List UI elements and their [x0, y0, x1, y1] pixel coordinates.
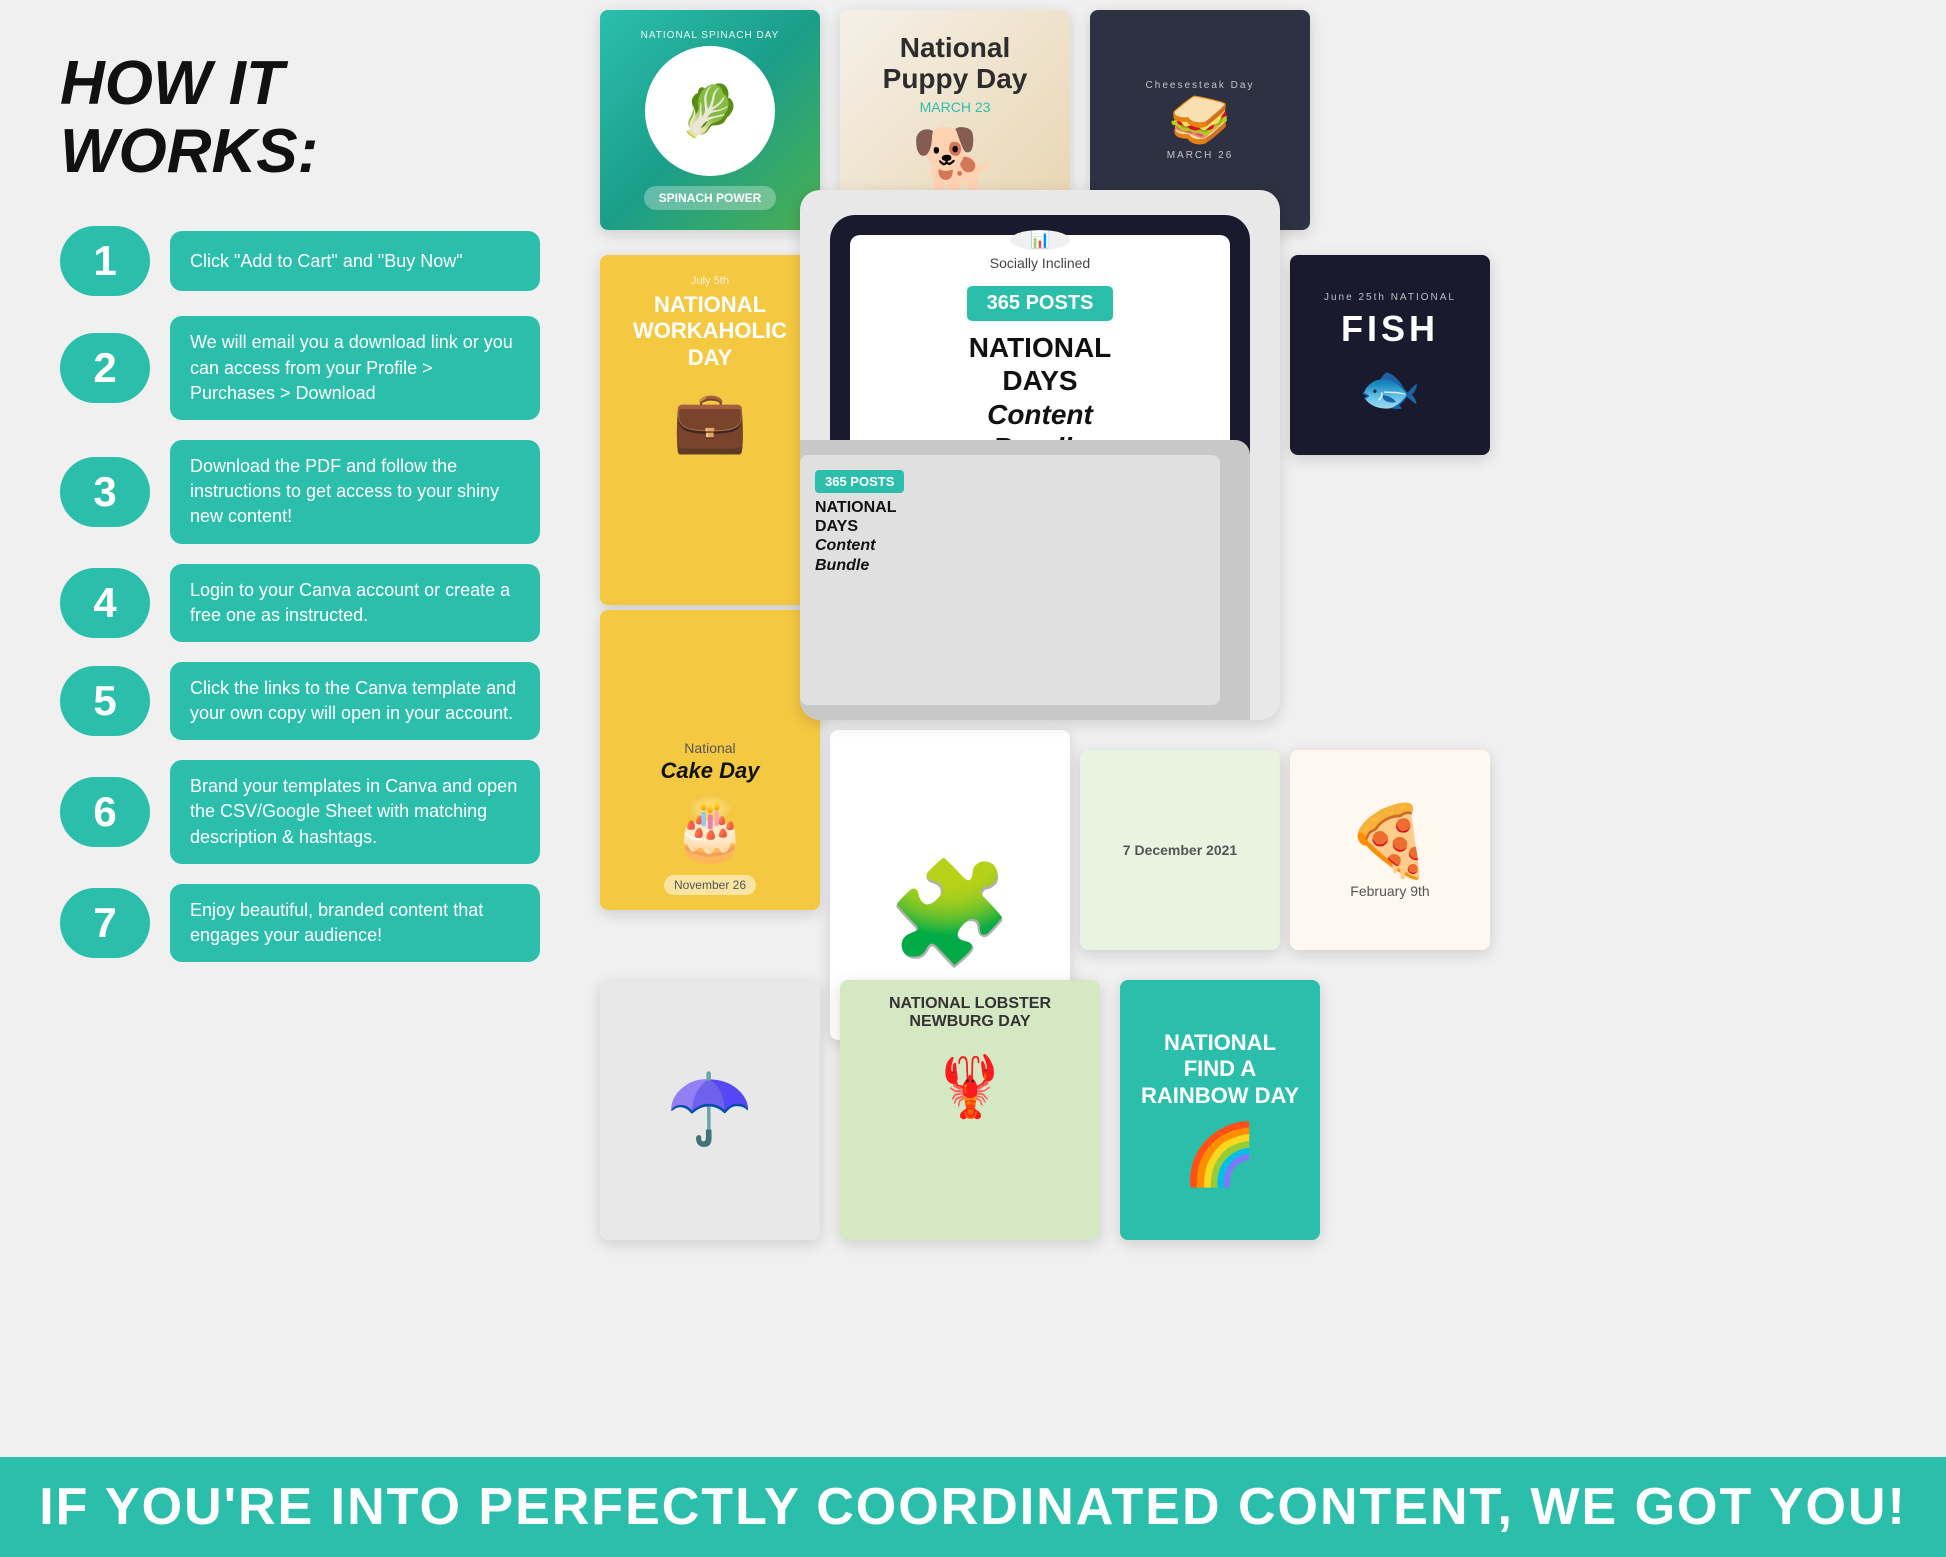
step-text-5: Click the links to the Canva template an…: [190, 676, 520, 726]
pizza-label: February 9th: [1346, 883, 1433, 899]
step-7: 7 Enjoy beautiful, branded content that …: [60, 884, 540, 962]
fish-title: FISH: [1324, 308, 1456, 350]
tablet-logo: 📊: [1010, 230, 1070, 250]
step-number-3: 3: [60, 457, 150, 527]
cheesesteak-icon: 🥪: [1169, 91, 1231, 150]
step-text-2: We will email you a download link or you…: [190, 330, 520, 406]
pizza-icon: 🍕: [1346, 801, 1433, 883]
step-box-1: Click "Add to Cart" and "Buy Now": [170, 231, 540, 291]
puppy-date: MARCH 23: [920, 99, 991, 115]
workaholic-card: July 5th NATIONAL WORKAHOLIC DAY 💼: [600, 255, 820, 605]
left-panel: HOW IT WORKS: 1 Click "Add to Cart" and …: [0, 0, 580, 1457]
cake-card: National Cake Day 🎂 November 26: [600, 610, 820, 910]
step-text-6: Brand your templates in Canva and open t…: [190, 774, 520, 850]
steps-list: 1 Click "Add to Cart" and "Buy Now" 2 We…: [60, 226, 540, 962]
rainbow-icon: 🌈: [1183, 1119, 1258, 1190]
workaholic-date: July 5th: [691, 275, 729, 287]
step-box-5: Click the links to the Canva template an…: [170, 662, 540, 740]
lobster-title: NATIONAL LOBSTER NEWBURG DAY: [855, 995, 1085, 1031]
workaholic-icon: 💼: [673, 386, 748, 457]
step-number-7: 7: [60, 888, 150, 958]
step-text-1: Click "Add to Cart" and "Buy Now": [190, 249, 463, 274]
chart-icon: 📊: [1030, 230, 1050, 250]
fish-icon: 🐟: [1324, 360, 1456, 419]
tablet-posts-badge: 365 POSTS: [967, 286, 1114, 321]
step-number-5: 5: [60, 666, 150, 736]
spinach-label: SPINACH POWER: [644, 186, 777, 210]
lobster-card: NATIONAL LOBSTER NEWBURG DAY 🦞: [840, 980, 1100, 1240]
umbrella-icon: ☂️: [666, 1069, 753, 1151]
step-box-6: Brand your templates in Canva and open t…: [170, 760, 540, 864]
spinach-top-label: National Spinach Day: [641, 30, 780, 41]
spinach-icon: 🥬: [679, 82, 741, 141]
content-area: HOW IT WORKS: 1 Click "Add to Cart" and …: [0, 0, 1946, 1457]
rainbow-title: NATIONAL FIND A RAINBOW DAY: [1140, 1030, 1300, 1109]
step-box-2: We will email you a download link or you…: [170, 316, 540, 420]
step-box-4: Login to your Canva account or create a …: [170, 564, 540, 642]
december-card: 7 December 2021: [1080, 750, 1280, 950]
step-2: 2 We will email you a download link or y…: [60, 316, 540, 420]
tablet-wrapper: 365 POSTS NATIONAL DAYS Content Bundle: [800, 190, 1280, 720]
national-fish-card: June 25th NATIONAL FISH 🐟: [1290, 255, 1490, 455]
step-number-2: 2: [60, 333, 150, 403]
puzzle-icon: 🧩: [888, 855, 1013, 972]
right-panel: National Spinach Day 🥬 SPINACH POWER Nat…: [580, 0, 1946, 1457]
bottom-banner-text: IF YOU'RE INTO PERFECTLY COORDINATED CON…: [39, 1477, 1907, 1537]
pizza-content: 🍕 February 9th: [1346, 801, 1433, 899]
step-text-7: Enjoy beautiful, branded content that en…: [190, 898, 520, 948]
spinach-card: National Spinach Day 🥬 SPINACH POWER: [600, 10, 820, 230]
step-number-4: 4: [60, 568, 150, 638]
step-number-1: 1: [60, 226, 150, 296]
cake-content: National Cake Day 🎂 November 26: [660, 740, 759, 895]
step-text-4: Login to your Canva account or create a …: [190, 578, 520, 628]
laptop-device: 365 POSTS NATIONAL DAYS Content Bundle: [800, 440, 1250, 720]
workaholic-title: NATIONAL WORKAHOLIC DAY: [620, 292, 800, 371]
step-5: 5 Click the links to the Canva template …: [60, 662, 540, 740]
fish-top-label: June 25th NATIONAL: [1324, 292, 1456, 303]
step-4: 4 Login to your Canva account or create …: [60, 564, 540, 642]
cake-title-label: National: [684, 740, 735, 756]
fish-content: June 25th NATIONAL FISH 🐟: [1309, 277, 1471, 434]
cheesesteak-label: Cheesesteak Day: [1146, 80, 1255, 91]
bottom-banner: IF YOU'RE INTO PERFECTLY COORDINATED CON…: [0, 1457, 1946, 1557]
spinach-circle: 🥬: [645, 46, 775, 176]
laptop-title: NATIONAL DAYS Content Bundle: [815, 498, 1205, 575]
laptop-content-preview: 365 POSTS NATIONAL DAYS Content Bundle: [800, 455, 1220, 590]
cake-date: November 26: [664, 875, 756, 895]
tablet-brand: Socially Inclined: [990, 255, 1090, 271]
step-number-6: 6: [60, 777, 150, 847]
step-3: 3 Download the PDF and follow the instru…: [60, 440, 540, 544]
step-box-7: Enjoy beautiful, branded content that en…: [170, 884, 540, 962]
step-text-3: Download the PDF and follow the instruct…: [190, 454, 520, 530]
lobster-icon: 🦞: [933, 1051, 1008, 1122]
step-6: 6 Brand your templates in Canva and open…: [60, 760, 540, 864]
cake-icon: 🎂: [673, 794, 748, 865]
pizza-card: 🍕 February 9th: [1290, 750, 1490, 950]
step-1: 1 Click "Add to Cart" and "Buy Now": [60, 226, 540, 296]
rainbow-card: NATIONAL FIND A RAINBOW DAY 🌈: [1120, 980, 1320, 1240]
main-container: HOW IT WORKS: 1 Click "Add to Cart" and …: [0, 0, 1946, 1557]
puppy-title: National Puppy Day: [855, 33, 1055, 95]
tablet-card: 365 POSTS NATIONAL DAYS Content Bundle: [800, 190, 1280, 720]
cheesesteak-date: MARCH 26: [1167, 150, 1234, 161]
laptop-screen: 365 POSTS NATIONAL DAYS Content Bundle: [800, 455, 1220, 705]
cake-script-title: Cake Day: [660, 758, 759, 784]
page-title: HOW IT WORKS:: [60, 50, 540, 186]
step-box-3: Download the PDF and follow the instruct…: [170, 440, 540, 544]
december-date: 7 December 2021: [1123, 842, 1237, 858]
umbrella-card: ☂️: [600, 980, 820, 1240]
laptop-badge: 365 POSTS: [815, 470, 904, 493]
